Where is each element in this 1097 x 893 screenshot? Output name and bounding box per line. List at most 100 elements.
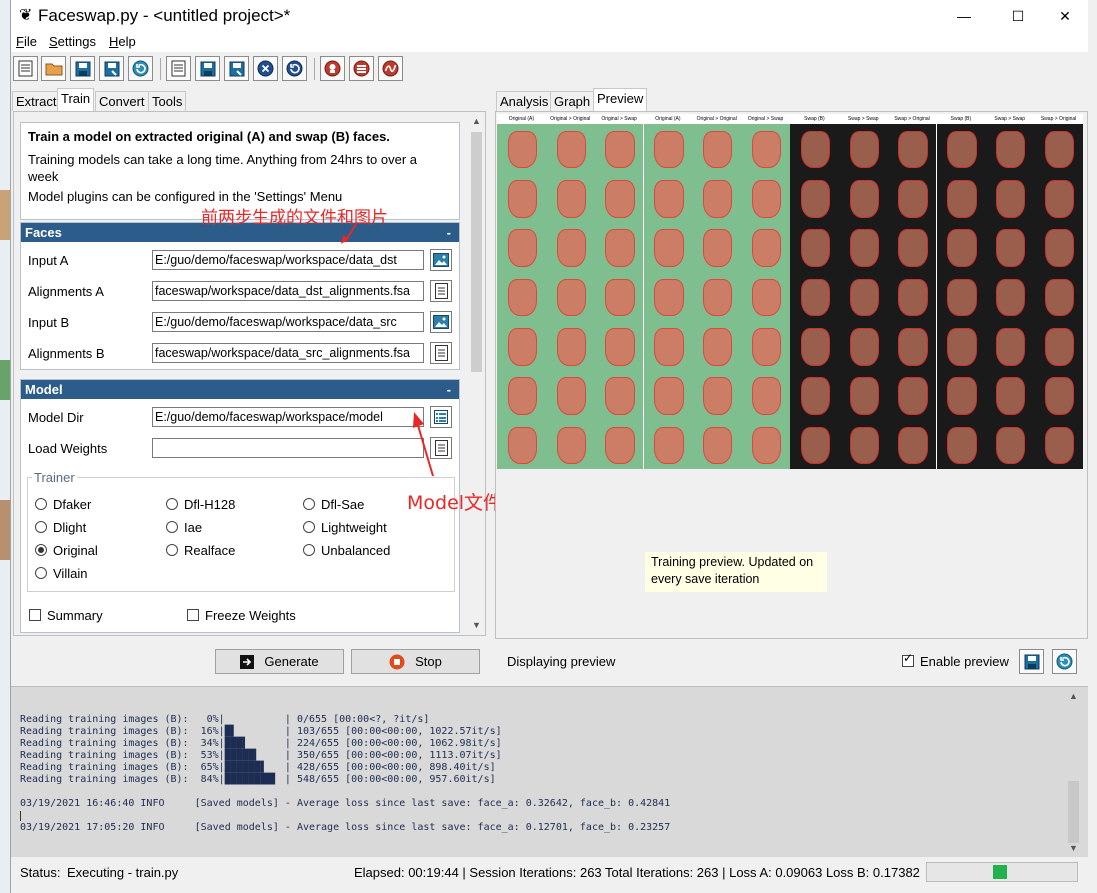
preview-image: Original (A) Original > Original Original … [497,114,1083,469]
console-scrollbar[interactable]: ▲ ▼ [1066,691,1081,853]
preview-face-tile [741,271,790,322]
maximize-button[interactable]: ☐ [995,0,1041,32]
tab-convert[interactable]: Convert [95,91,149,111]
list-icon[interactable] [349,56,374,81]
open-folder-icon[interactable] [41,56,66,81]
preview-face-tile [790,173,839,223]
preview-column-header: Original (A) [508,116,535,122]
preview-face-tile [936,370,986,420]
preview-face-tile [985,370,1035,420]
menu-file[interactable]: File [16,34,37,49]
preview-face-tile [936,271,986,322]
preview-face-tile [985,222,1035,272]
minimize-button[interactable]: — [941,0,987,32]
alignments-a-field[interactable]: faceswap/workspace/data_dst_alignments.f… [152,281,424,301]
preview-column-header: Swap > Original [894,116,930,122]
scrollbar-thumb[interactable] [471,132,482,372]
preview-face-tile [545,173,595,223]
browse-file-icon[interactable] [430,280,452,302]
menu-settings[interactable]: Settings [49,34,96,49]
preview-face-tile [887,222,937,272]
reload-icon[interactable] [128,56,153,81]
refresh-preview-icon[interactable] [1052,649,1077,674]
preview-face-tile [985,124,1035,174]
tab-graph[interactable]: Graph [550,91,595,111]
load-weights-field[interactable] [152,438,424,458]
preview-face-tile [790,124,839,174]
browse-file-icon[interactable] [430,342,452,364]
preview-face-tile [545,321,595,371]
save-preview-icon[interactable] [1019,649,1044,674]
browse-image-icon[interactable] [430,311,452,333]
preview-face-tile [692,321,742,371]
progress-bar [926,862,1078,882]
reload-task-icon[interactable] [282,56,307,81]
model-dir-label: Model Dir [28,410,84,425]
title-bar: ❦ Faceswap.py - <untitled project>* — ☐ … [11,0,1088,32]
stop-button[interactable]: Stop [351,649,480,674]
console-line: Reading training images (B): 84%|███████… [20,774,496,785]
preview-panel: Original (A) Original > Original Original … [495,111,1088,639]
checkmark-icon: ✓ [903,651,914,665]
preview-column-header: Swap > Swap [994,116,1026,122]
preview-face-tile [936,222,986,272]
toolbar-separator [160,58,161,80]
preview-face-tile [985,173,1035,223]
alignments-b-field[interactable]: faceswap/workspace/data_src_alignments.f… [152,343,424,363]
preview-face-tile [887,173,937,223]
close-button[interactable]: ✕ [1042,0,1088,32]
preview-face-tile [545,222,595,272]
preview-face-tile [1034,419,1083,469]
preview-face-tile [643,419,693,469]
preview-face-tile [692,370,742,420]
preview-face-tile [545,271,595,322]
tab-tools[interactable]: Tools [148,91,187,111]
preview-face-tile [838,370,888,420]
tab-analysis[interactable]: Analysis [496,91,553,111]
preview-face-tile [643,321,693,371]
preview-face-tile [936,321,986,371]
tab-extract[interactable]: Extract [12,91,61,111]
tab-preview[interactable]: Preview [593,88,648,111]
preview-face-tile [741,222,790,272]
console-cursor [20,811,21,821]
new-task-icon[interactable] [166,56,191,81]
window-title: Faceswap.py - <untitled project>* [38,6,291,25]
annotation-arrow-icon [413,412,434,477]
preview-face-tile [838,321,888,371]
preview-face-tile [545,419,595,469]
bug-report-icon[interactable] [320,56,345,81]
alignments-a-label: Alignments A [28,284,104,299]
graph-icon[interactable] [378,56,403,81]
save-task-as-icon[interactable] [224,56,249,81]
preview-face-tile [545,370,595,420]
menu-help[interactable]: Help [109,34,136,49]
preview-face-tile [985,271,1035,322]
save-icon[interactable] [70,56,95,81]
preview-face-tile [741,173,790,223]
preview-face-tile [985,321,1035,371]
save-task-icon[interactable] [195,56,220,81]
clear-icon[interactable] [253,56,278,81]
save-as-icon[interactable] [99,56,124,81]
preview-face-tile [838,271,888,322]
options-scrollbar[interactable]: ▲ ▼ [469,116,484,633]
preview-face-tile [497,321,546,371]
preview-tooltip: Training preview. Updated on every save … [645,552,827,592]
model-dir-field[interactable]: E:/guo/demo/faceswap/workspace/model [152,407,424,427]
model-section-header[interactable]: Model - [21,380,459,399]
tab-train[interactable]: Train [57,88,95,111]
preview-face-tile [643,222,693,272]
preview-face-tile [497,124,546,174]
scrollbar-thumb[interactable] [1068,781,1079,843]
preview-face-tile [497,173,546,223]
input-b-field[interactable]: E:/guo/demo/faceswap/workspace/data_src [152,312,424,332]
preview-column-header: Original (A) [655,116,681,122]
menu-bar: File Settings Help [11,32,1088,52]
console-line: Reading training images (B): 65%|██████▌… [20,762,496,773]
preview-column-header: Swap (B) [950,116,972,122]
generate-button[interactable]: Generate [215,649,344,674]
new-project-icon[interactable] [13,56,38,81]
browse-image-icon[interactable] [430,249,452,271]
input-a-field[interactable]: E:/guo/demo/faceswap/workspace/data_dst [152,250,424,270]
